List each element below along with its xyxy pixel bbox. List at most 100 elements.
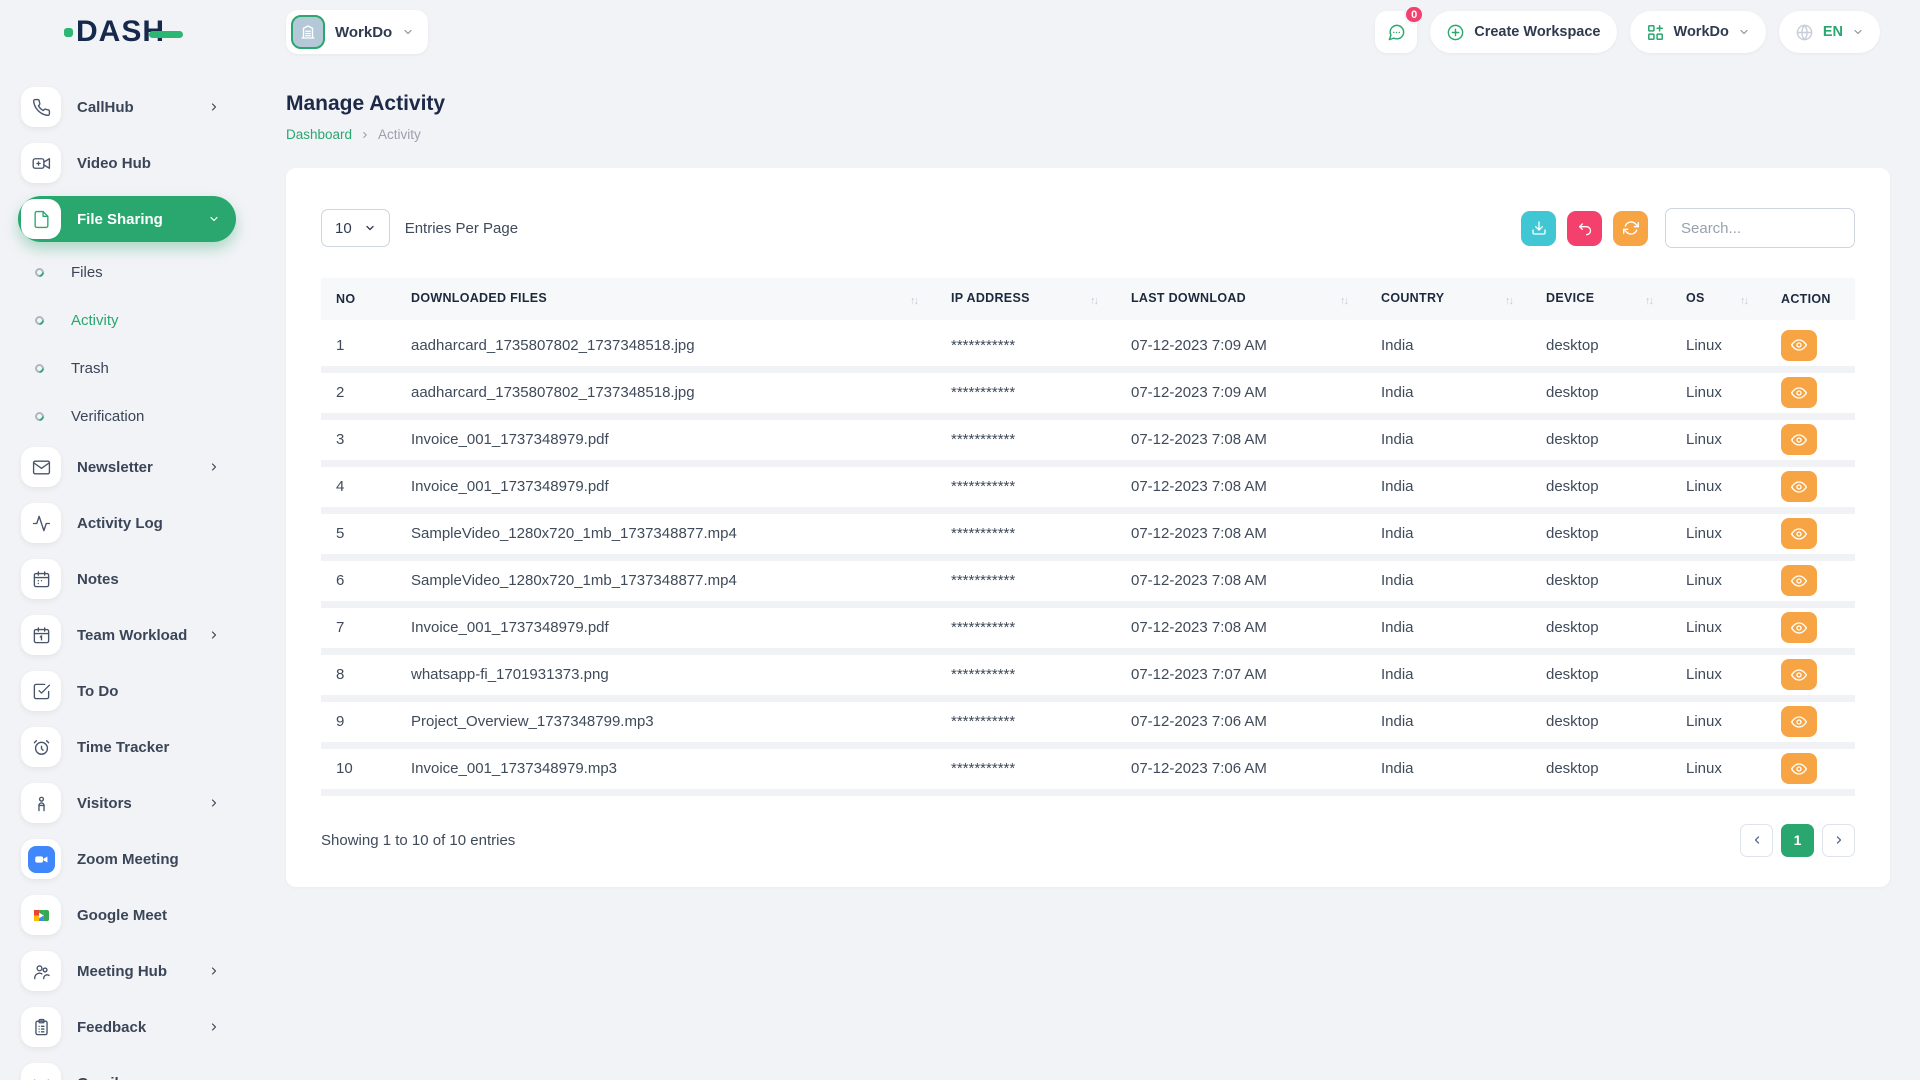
activity-table: NO↑↓DOWNLOADED FILES↑↓IP ADDRESS↑↓LAST D… bbox=[321, 278, 1855, 796]
prev-page-button[interactable] bbox=[1740, 824, 1773, 857]
sidebar-item-callhub[interactable]: CallHub bbox=[18, 84, 236, 130]
page-1-button[interactable]: 1 bbox=[1781, 824, 1814, 857]
messages-button[interactable]: 0 bbox=[1375, 11, 1417, 53]
undo-button[interactable] bbox=[1567, 211, 1602, 246]
cell-os: Linux bbox=[1676, 322, 1771, 369]
table-header: NO↑↓DOWNLOADED FILES↑↓IP ADDRESS↑↓LAST D… bbox=[321, 278, 1855, 322]
users-icon bbox=[21, 951, 61, 991]
sidebar-item-team-workload[interactable]: Team Workload bbox=[18, 612, 236, 658]
cell-downloaded-file: whatsapp-fi_1701931373.png bbox=[401, 651, 941, 698]
mail-icon bbox=[21, 447, 61, 487]
view-button[interactable] bbox=[1781, 377, 1817, 408]
cell-device: desktop bbox=[1536, 604, 1676, 651]
cell-downloaded-file: Invoice_001_1737348979.pdf bbox=[401, 463, 941, 510]
entries-per-page-select[interactable]: 10 bbox=[321, 209, 390, 247]
cell-device: desktop bbox=[1536, 463, 1676, 510]
chevron-right-icon bbox=[208, 629, 220, 641]
sidebar-nav: CallHub Video Hub File Sharing Files Activit… bbox=[18, 84, 236, 1080]
view-button[interactable] bbox=[1781, 330, 1817, 361]
dot-icon bbox=[33, 410, 46, 423]
sidebar-item-to-do[interactable]: To Do bbox=[18, 668, 236, 714]
column-header-device[interactable]: ↑↓DEVICE bbox=[1536, 278, 1676, 322]
cell-device: desktop bbox=[1536, 416, 1676, 463]
sidebar-item-feedback[interactable]: Feedback bbox=[18, 1004, 236, 1050]
view-button[interactable] bbox=[1781, 565, 1817, 596]
next-page-button[interactable] bbox=[1822, 824, 1855, 857]
cell-country: India bbox=[1371, 698, 1536, 745]
cell-action bbox=[1771, 698, 1855, 745]
cell-device: desktop bbox=[1536, 651, 1676, 698]
cell-os: Linux bbox=[1676, 510, 1771, 557]
person-icon bbox=[21, 783, 61, 823]
sidebar-item-google-meet[interactable]: Google Meet bbox=[18, 892, 236, 938]
chevron-down-icon bbox=[208, 213, 220, 225]
sidebar-subitem-activity[interactable]: Activity bbox=[18, 300, 236, 340]
search-input[interactable] bbox=[1665, 208, 1855, 248]
view-button[interactable] bbox=[1781, 471, 1817, 502]
table-row: 6SampleVideo_1280x720_1mb_1737348877.mp4… bbox=[321, 557, 1855, 604]
create-workspace-button[interactable]: Create Workspace bbox=[1430, 11, 1616, 53]
cell-action bbox=[1771, 651, 1855, 698]
cell-country: India bbox=[1371, 369, 1536, 416]
workspace-selector[interactable]: WorkDo bbox=[286, 10, 428, 54]
sidebar-subitem-trash[interactable]: Trash bbox=[18, 348, 236, 388]
column-header-country[interactable]: ↑↓COUNTRY bbox=[1371, 278, 1536, 322]
logo-dot-icon bbox=[64, 28, 73, 37]
calendar1-icon bbox=[21, 615, 61, 655]
entries-summary: Showing 1 to 10 of 10 entries bbox=[321, 832, 515, 849]
sidebar-item-newsletter[interactable]: Newsletter bbox=[18, 444, 236, 490]
breadcrumb-dashboard-link[interactable]: Dashboard bbox=[286, 127, 352, 142]
sidebar-subitem-verification[interactable]: Verification bbox=[18, 396, 236, 436]
cell-downloaded-file: aadharcard_1735807802_1737348518.jpg bbox=[401, 322, 941, 369]
cell-no: 2 bbox=[321, 369, 401, 416]
language-selector[interactable]: EN bbox=[1779, 11, 1880, 53]
sidebar-subitem-files[interactable]: Files bbox=[18, 252, 236, 292]
clipboard-icon bbox=[21, 1007, 61, 1047]
alarm-icon bbox=[21, 727, 61, 767]
brand-logo[interactable]: DASH bbox=[64, 15, 214, 49]
sidebar-item-activity-log[interactable]: Activity Log bbox=[18, 500, 236, 546]
workspace-menu-button[interactable]: WorkDo bbox=[1630, 11, 1766, 53]
sort-icon: ↑↓ bbox=[1740, 295, 1761, 307]
chevron-down-icon bbox=[1852, 26, 1864, 38]
logo-bar-icon bbox=[149, 31, 183, 38]
view-button[interactable] bbox=[1781, 706, 1817, 737]
cell-country: India bbox=[1371, 745, 1536, 792]
eye-icon bbox=[1791, 432, 1807, 448]
cell-ip-address: *********** bbox=[941, 745, 1121, 792]
column-header-downloaded-files[interactable]: ↑↓DOWNLOADED FILES bbox=[401, 278, 941, 322]
sidebar-item-file-sharing[interactable]: File Sharing bbox=[18, 196, 236, 242]
sidebar-item-time-tracker[interactable]: Time Tracker bbox=[18, 724, 236, 770]
view-button[interactable] bbox=[1781, 612, 1817, 643]
table-controls: 10 Entries Per Page bbox=[321, 208, 1855, 248]
view-button[interactable] bbox=[1781, 424, 1817, 455]
cell-no: 6 bbox=[321, 557, 401, 604]
cell-ip-address: *********** bbox=[941, 463, 1121, 510]
sidebar-item-zoom-meeting[interactable]: Zoom Meeting bbox=[18, 836, 236, 882]
dot-icon bbox=[33, 314, 46, 327]
cell-action bbox=[1771, 510, 1855, 557]
cell-no: 8 bbox=[321, 651, 401, 698]
cell-ip-address: *********** bbox=[941, 557, 1121, 604]
pagination: 1 bbox=[1740, 824, 1855, 857]
export-button[interactable] bbox=[1521, 211, 1556, 246]
cell-ip-address: *********** bbox=[941, 698, 1121, 745]
cell-last-download: 07-12-2023 7:08 AM bbox=[1121, 557, 1371, 604]
view-button[interactable] bbox=[1781, 518, 1817, 549]
sidebar-item-gmail[interactable]: Gmail bbox=[18, 1060, 236, 1080]
cell-action bbox=[1771, 604, 1855, 651]
sidebar-item-meeting-hub[interactable]: Meeting Hub bbox=[18, 948, 236, 994]
column-header-ip-address[interactable]: ↑↓IP ADDRESS bbox=[941, 278, 1121, 322]
cell-no: 9 bbox=[321, 698, 401, 745]
view-button[interactable] bbox=[1781, 659, 1817, 690]
refresh-button[interactable] bbox=[1613, 211, 1648, 246]
cell-device: desktop bbox=[1536, 510, 1676, 557]
column-header-os[interactable]: ↑↓OS bbox=[1676, 278, 1771, 322]
chevron-right-icon bbox=[208, 461, 220, 473]
breadcrumb: Dashboard Activity bbox=[286, 127, 1890, 142]
column-header-last-download[interactable]: ↑↓LAST DOWNLOAD bbox=[1121, 278, 1371, 322]
view-button[interactable] bbox=[1781, 753, 1817, 784]
sidebar-item-video-hub[interactable]: Video Hub bbox=[18, 140, 236, 186]
sidebar-item-notes[interactable]: Notes bbox=[18, 556, 236, 602]
sidebar-item-visitors[interactable]: Visitors bbox=[18, 780, 236, 826]
